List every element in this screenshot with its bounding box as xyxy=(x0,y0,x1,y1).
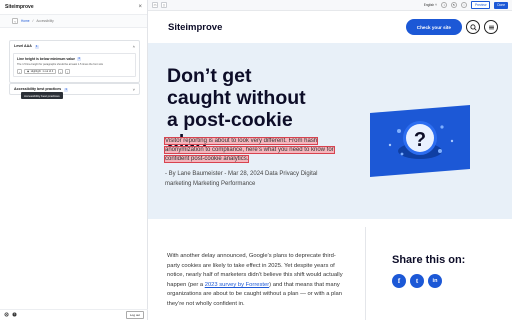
svg-text:?: ? xyxy=(414,129,426,151)
website: Siteimprove Check your site Don’t get ca… xyxy=(148,11,512,320)
best-practices-title: Accessibility best practices xyxy=(14,86,62,91)
breadcrumb: ‹ Home / Accessibility xyxy=(0,15,147,28)
article-content: With another delay announced, Google’s p… xyxy=(148,219,512,320)
page-preview: ▭ ▯ English ˅ i ↻ ◌ Preview Done Siteimp… xyxy=(148,0,512,320)
twitter-icon[interactable]: t xyxy=(410,274,424,288)
best-practices-count-badge: 1 xyxy=(64,87,69,92)
content-divider xyxy=(365,227,366,320)
hero-lead-paragraph: Visitor reporting is about to look very … xyxy=(164,137,340,164)
article-byline: - By Lane Baumeister - Mar 28, 2024 Data… xyxy=(165,171,318,187)
highlight-label: Highlight xyxy=(30,70,41,73)
hero-section: Don’t get caught without a post-cookie p… xyxy=(148,43,512,219)
share-heading: Share this on: xyxy=(392,254,466,266)
logout-button[interactable]: Log out xyxy=(125,311,144,319)
info-icon[interactable]: i xyxy=(441,2,448,8)
issue-card[interactable]: Line height is below minimum value 4 The… xyxy=(13,53,136,77)
site-logo[interactable]: Siteimprove xyxy=(168,22,222,33)
help-icon[interactable]: ? xyxy=(12,312,17,318)
issue-title-row: Line height is below minimum value 4 xyxy=(17,57,132,61)
eye-icon: ◉ xyxy=(27,70,30,73)
settings-icon[interactable] xyxy=(4,312,9,318)
linkedin-icon[interactable]: in xyxy=(428,274,442,288)
next-occurrence-button[interactable]: › xyxy=(58,69,64,74)
language-value: English xyxy=(423,3,435,7)
level-aaa-section: Level AAA 1 ˄ Line height is below minim… xyxy=(9,40,140,83)
forrester-survey-link[interactable]: 2023 survey by Forrester xyxy=(205,282,269,288)
issue-title: Line height is below minimum value xyxy=(17,57,76,61)
level-aaa-title: Level AAA xyxy=(14,43,32,48)
issue-description: The 1.5 line-height for paragraphs shoul… xyxy=(17,63,104,66)
mobile-view-icon[interactable]: ▯ xyxy=(161,2,167,8)
panel-title: Siteimprove xyxy=(5,4,34,10)
highlight-controls: ‹ ◉ Highlight 1 out of 4 › ⋮ xyxy=(17,69,132,74)
article-paragraph: With another delay announced, Google’s p… xyxy=(167,252,343,310)
site-nav-right: Check your site xyxy=(405,19,498,35)
toolbar-left: ▭ ▯ xyxy=(152,2,167,8)
search-icon[interactable] xyxy=(466,20,480,34)
check-your-site-button[interactable]: Check your site xyxy=(405,19,462,35)
footer-icons: ? xyxy=(4,312,17,318)
breadcrumb-separator: / xyxy=(32,19,34,23)
close-icon[interactable]: × xyxy=(138,4,142,10)
desktop-view-icon[interactable]: ▭ xyxy=(152,2,158,8)
language-select[interactable]: English ˅ xyxy=(424,3,437,7)
more-menu-icon[interactable]: ⋮ xyxy=(65,69,71,74)
preview-button[interactable]: Preview xyxy=(471,1,491,9)
share-buttons: f t in xyxy=(392,274,442,288)
chevron-up-icon[interactable]: ˄ xyxy=(133,44,135,49)
cookie-illustration: ? xyxy=(370,105,470,177)
comment-icon[interactable]: ◌ xyxy=(461,2,468,8)
siteimprove-panel: Siteimprove × ‹ Home / Accessibility Lev… xyxy=(0,0,148,320)
menu-icon[interactable] xyxy=(484,20,498,34)
done-button[interactable]: Done xyxy=(494,1,508,9)
back-button[interactable]: ‹ xyxy=(12,18,18,24)
level-aaa-header[interactable]: Level AAA 1 ˄ xyxy=(10,41,139,51)
previous-occurrence-button[interactable]: ‹ xyxy=(17,69,22,74)
preview-toolbar: ▭ ▯ English ˅ i ↻ ◌ Preview Done xyxy=(148,0,512,11)
highlighted-issue-text: Visitor reporting is about to look very … xyxy=(164,137,335,163)
app-root: Siteimprove × ‹ Home / Accessibility Lev… xyxy=(0,0,512,320)
breadcrumb-current: Accessibility xyxy=(36,19,54,23)
chevron-down-icon[interactable]: ˅ xyxy=(133,87,135,92)
site-navbar: Siteimprove Check your site xyxy=(148,11,512,43)
breadcrumb-home[interactable]: Home xyxy=(21,19,30,23)
tooltip: Accessibility best practices xyxy=(21,92,63,99)
issue-count-badge: 4 xyxy=(77,57,82,61)
facebook-icon[interactable]: f xyxy=(392,274,406,288)
highlight-toggle[interactable]: ◉ Highlight 1 out of 4 xyxy=(24,69,57,74)
panel-footer: ? Log out xyxy=(0,309,148,320)
highlight-count: 1 out of 4 xyxy=(42,70,54,73)
refresh-icon[interactable]: ↻ xyxy=(451,2,458,8)
chevron-down-icon: ˅ xyxy=(435,3,438,7)
panel-header: Siteimprove × xyxy=(0,0,147,15)
toolbar-right: English ˅ i ↻ ◌ Preview Done xyxy=(424,1,508,9)
level-aaa-count-badge: 1 xyxy=(34,44,39,49)
